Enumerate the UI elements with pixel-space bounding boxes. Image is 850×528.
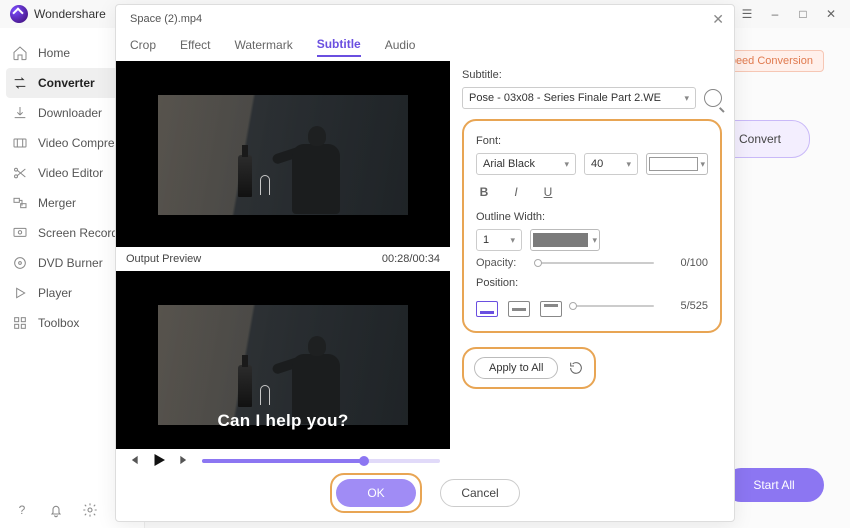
scissors-icon <box>12 165 28 181</box>
start-all-button[interactable]: Start All <box>724 468 824 502</box>
italic-toggle[interactable]: I <box>508 185 524 199</box>
tab-effect[interactable]: Effect <box>180 38 210 56</box>
output-preview: Can I help you? <box>116 271 450 451</box>
subtitle-select[interactable]: Pose - 03x08 - Series Finale Part 2.WE ▾ <box>462 87 696 109</box>
sidebar-label: Player <box>38 286 72 300</box>
position-bottom-icon[interactable] <box>476 301 498 317</box>
opacity-slider[interactable] <box>536 262 654 264</box>
bold-toggle[interactable]: B <box>476 185 492 199</box>
sidebar-label: Merger <box>38 196 76 210</box>
next-frame-icon[interactable] <box>178 453 192 470</box>
chevron-down-icon: ▾ <box>592 235 597 246</box>
chevron-down-icon: ▾ <box>564 159 569 170</box>
settings-icon[interactable] <box>82 502 98 518</box>
disc-icon <box>12 255 28 271</box>
ok-button[interactable]: OK <box>336 479 416 507</box>
help-icon[interactable]: ? <box>14 502 30 518</box>
sidebar-label: Video Compress <box>38 136 127 150</box>
chevron-down-icon: ▾ <box>626 159 631 170</box>
hamburger-icon[interactable]: ☰ <box>740 7 754 21</box>
position-label: Position: <box>476 277 708 289</box>
apply-to-all-button[interactable]: Apply to All <box>474 357 558 379</box>
tab-subtitle[interactable]: Subtitle <box>317 37 361 57</box>
maximize-icon[interactable]: □ <box>796 7 810 21</box>
home-icon <box>12 45 28 61</box>
opacity-value: 0/100 <box>662 257 708 269</box>
font-family-select[interactable]: Arial Black ▾ <box>476 153 576 175</box>
timecode: 00:28/00:34 <box>382 253 440 265</box>
screen-recorder-icon <box>12 225 28 241</box>
sidebar-label: Downloader <box>38 106 102 120</box>
tab-crop[interactable]: Crop <box>130 38 156 56</box>
app-title-bar: Wondershare <box>0 0 106 28</box>
chevron-down-icon: ▾ <box>684 93 689 104</box>
app-logo-icon <box>10 5 28 23</box>
reset-icon[interactable] <box>568 360 584 376</box>
apply-to-all-group: Apply to All <box>462 347 596 389</box>
close-window-icon[interactable]: ✕ <box>824 7 838 21</box>
tab-audio[interactable]: Audio <box>385 38 416 56</box>
play-icon <box>12 285 28 301</box>
underline-toggle[interactable]: U <box>540 185 556 199</box>
options-pane: Subtitle: Pose - 03x08 - Series Finale P… <box>462 65 722 473</box>
search-icon[interactable] <box>704 89 722 107</box>
chevron-down-icon: ▾ <box>700 159 705 170</box>
app-name: Wondershare <box>34 7 106 21</box>
outline-label: Outline Width: <box>476 211 708 223</box>
edit-modal: Space (2).mp4 ✕ Crop Effect Watermark Su… <box>115 4 735 522</box>
position-slider[interactable] <box>570 305 654 307</box>
play-button-icon[interactable] <box>150 451 168 472</box>
preview-caption: Can I help you? <box>116 411 450 431</box>
position-middle-icon[interactable] <box>508 301 530 317</box>
outline-color-select[interactable]: ▾ <box>530 229 600 251</box>
font-color-select[interactable]: ▾ <box>646 153 708 175</box>
prev-frame-icon[interactable] <box>126 453 140 470</box>
output-preview-label: Output Preview <box>126 253 201 265</box>
sidebar-label: DVD Burner <box>38 256 103 270</box>
ok-highlight: OK <box>330 473 422 513</box>
subtitle-select-value: Pose - 03x08 - Series Finale Part 2.WE <box>469 92 661 104</box>
sidebar-label: Converter <box>38 76 95 90</box>
minimize-icon[interactable]: – <box>768 7 782 21</box>
source-preview <box>116 61 450 247</box>
bell-icon[interactable] <box>48 502 64 518</box>
font-family-value: Arial Black <box>483 158 535 170</box>
position-top-icon[interactable] <box>540 301 562 317</box>
window-controls: ☰ – □ ✕ <box>728 0 850 28</box>
close-icon[interactable]: ✕ <box>712 5 724 33</box>
transport-bar <box>116 449 450 473</box>
opacity-label: Opacity: <box>476 257 528 269</box>
sidebar-label: Toolbox <box>38 316 79 330</box>
font-size-value: 40 <box>591 158 603 170</box>
font-label: Font: <box>476 135 708 147</box>
grid-icon <box>12 315 28 331</box>
compress-icon <box>12 135 28 151</box>
modal-tabs: Crop Effect Watermark Subtitle Audio <box>116 33 734 61</box>
font-settings-group: Font: Arial Black ▾ 40 ▾ ▾ B I U Outline W… <box>462 119 722 333</box>
outline-width-value: 1 <box>483 234 489 246</box>
outline-width-select[interactable]: 1▾ <box>476 229 522 251</box>
cancel-button[interactable]: Cancel <box>440 479 520 507</box>
sidebar-label: Video Editor <box>38 166 103 180</box>
chevron-down-icon: ▾ <box>510 235 515 246</box>
subtitle-label: Subtitle: <box>462 69 722 81</box>
position-value: 5/525 <box>662 300 708 312</box>
sidebar-label: Home <box>38 46 70 60</box>
preview-pane: Output Preview 00:28/00:34 Can I help yo… <box>116 61 450 473</box>
font-size-select[interactable]: 40 ▾ <box>584 153 638 175</box>
download-icon <box>12 105 28 121</box>
merger-icon <box>12 195 28 211</box>
progress-slider[interactable] <box>202 459 440 463</box>
modal-filename: Space (2).mp4 <box>130 5 202 33</box>
converter-icon <box>12 75 28 91</box>
tab-watermark[interactable]: Watermark <box>234 38 292 56</box>
